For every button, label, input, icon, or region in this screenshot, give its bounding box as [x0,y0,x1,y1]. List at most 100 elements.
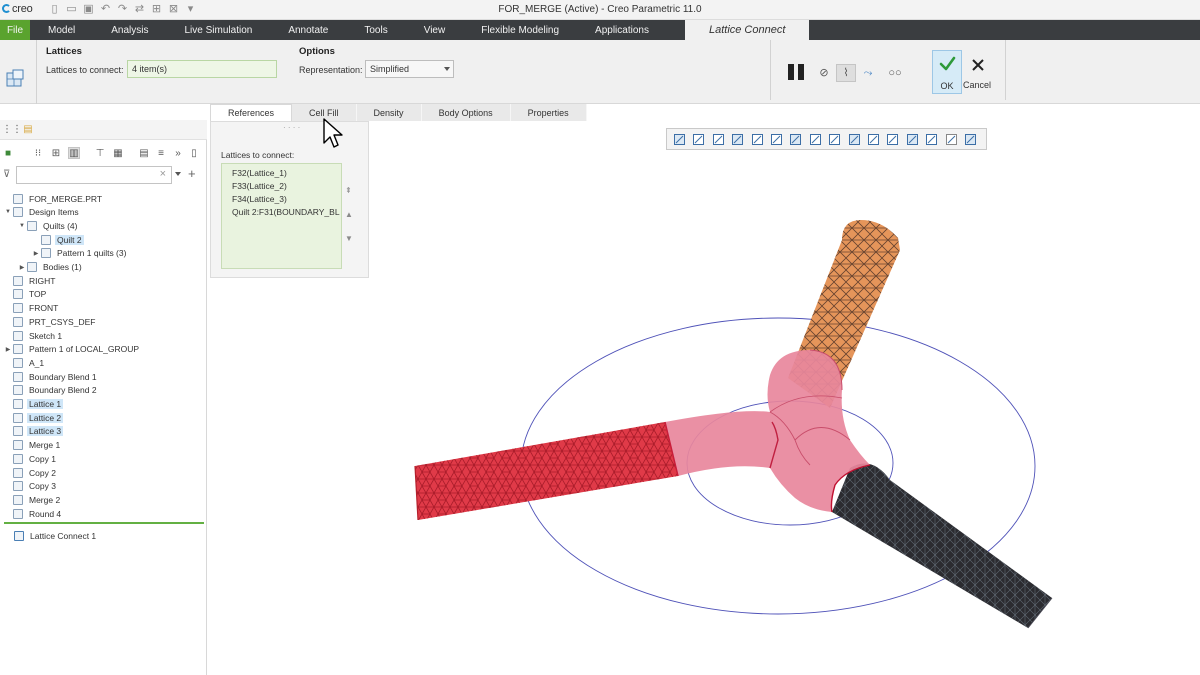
ribbon-tab-lattice-connect[interactable]: Lattice Connect [684,20,810,40]
tree-item[interactable]: Copy 1 [4,452,58,465]
tree-item[interactable]: Quilt 2 [32,233,84,246]
tree-item[interactable]: A_1 [4,356,46,369]
tree-filters-icon[interactable]: ⊤ [94,148,106,160]
tree-columns-icon[interactable]: ▤ [138,148,150,160]
insert-indicator[interactable] [4,522,204,524]
tree-item[interactable]: Copy 3 [4,480,58,493]
toolbar-options-icon[interactable] [964,133,977,146]
tree-item[interactable]: FOR_MERGE.PRT [4,192,104,205]
model-tree-icon[interactable]: ■ [2,148,14,160]
more-icon[interactable]: » [172,148,184,160]
clear-icon[interactable]: × [160,168,166,180]
undo-icon[interactable]: ↶ [99,3,112,16]
feature-preview-icon[interactable]: ⤳ [861,66,875,80]
expand-toggle-icon[interactable]: ▶ [18,264,26,271]
tree-item[interactable]: FRONT [4,302,60,315]
redo-icon[interactable]: ↷ [116,3,129,16]
zoom-out-icon[interactable] [712,133,725,146]
model-tree-tab-icon[interactable]: ⋮⋮ [2,124,22,136]
tree-item[interactable]: Lattice 1 [4,398,64,411]
select-icon[interactable] [886,133,899,146]
save-icon[interactable]: ▣ [82,3,95,16]
annotation-display-icon[interactable] [867,133,880,146]
section-icon[interactable] [828,133,841,146]
graphics-window[interactable] [210,150,1200,675]
tree-item[interactable]: Round 4 [4,507,63,520]
tree-item[interactable]: Boundary Blend 1 [4,370,99,383]
repaint-icon[interactable] [731,133,744,146]
tree-item[interactable]: RIGHT [4,274,57,287]
panel-grip[interactable]: · · · · [283,123,300,132]
subtab-references[interactable]: References [210,104,293,121]
ribbon-tab-flexible-modeling[interactable]: Flexible Modeling [463,20,577,40]
tree-item[interactable]: Copy 2 [4,466,58,479]
folder-browser-tab-icon[interactable]: ▤ [22,124,34,136]
tree-item[interactable]: ▶ Pattern 1 of LOCAL_GROUP [4,343,141,356]
new-icon[interactable]: ▯ [48,3,61,16]
notes-icon[interactable]: ▯ [188,148,200,160]
columns-icon[interactable]: ▥ [68,147,80,159]
glasses-preview-icon[interactable]: ○○ [884,66,906,80]
tree-item[interactable]: ▼ Quilts (4) [18,219,79,232]
tree-item[interactable]: Sketch 1 [4,329,64,342]
search-options-chevron-icon[interactable] [175,172,181,176]
subtab-properties[interactable]: Properties [510,104,587,121]
close-window-icon[interactable]: ⊠ [167,3,180,16]
filter-icon[interactable]: ⊽ [3,169,10,180]
ribbon-tab-tools[interactable]: Tools [346,20,405,40]
saved-orientations-icon[interactable] [770,133,783,146]
expand-toggle-icon[interactable]: ▶ [4,346,12,353]
tree-item[interactable]: ▶ Pattern 1 quilts (3) [32,247,128,260]
lattices-to-connect-collector[interactable]: 4 item(s) [127,60,277,78]
layers-icon[interactable]: ≡ [155,148,167,160]
cancel-button[interactable]: Cancel [963,80,991,90]
ribbon-tab-annotate[interactable]: Annotate [270,20,346,40]
measure-icon[interactable] [925,133,938,146]
open-icon[interactable]: ▭ [65,3,78,16]
expand-all-icon[interactable]: ⁝⁝ [32,148,44,160]
tree-item[interactable]: Merge 1 [4,439,62,452]
ribbon-tab-analysis[interactable]: Analysis [93,20,166,40]
expand-toggle-icon[interactable]: ▼ [4,209,12,215]
tree-item[interactable]: ▼ Design Items [4,206,81,219]
refit-icon[interactable] [673,133,686,146]
grid-icon[interactable]: ⊞ [50,148,62,160]
lattice-arm-1[interactable] [414,422,678,521]
tree-item[interactable]: Merge 2 [4,493,62,506]
tree-item[interactable]: Boundary Blend 2 [4,384,99,397]
representation-select[interactable]: Simplified [365,60,454,78]
lattice-arm-3[interactable] [832,463,1053,629]
ok-button[interactable]: OK [932,50,962,94]
zoom-in-icon[interactable] [692,133,705,146]
pause-view-icon[interactable] [945,133,958,146]
tree-search-input[interactable]: × [16,166,172,184]
regenerate-icon[interactable]: ⇄ [133,3,146,16]
ribbon-tab-model[interactable]: Model [30,20,93,40]
datum-display-icon[interactable] [848,133,861,146]
lattice-display-icon[interactable] [906,133,919,146]
tree-item[interactable]: Lattice 3 [4,425,64,438]
tree-item-lattice-connect[interactable]: Lattice Connect 1 [14,529,98,542]
ribbon-tab-applications[interactable]: Applications [577,20,667,40]
verify-preview-icon[interactable]: ⌇ [836,64,856,82]
no-preview-icon[interactable]: ⊘ [818,66,830,80]
tree-settings-icon[interactable]: ▦ [112,148,124,160]
pause-button[interactable] [788,64,806,80]
file-menu[interactable]: File [0,20,30,40]
expand-toggle-icon[interactable]: ▶ [32,250,40,257]
cancel-x-icon[interactable] [972,59,984,71]
spin-center-icon[interactable] [751,133,764,146]
customize-qat-icon[interactable]: ▾ [184,3,197,16]
lattice-model-view[interactable] [210,150,1200,675]
tree-item[interactable]: Lattice 2 [4,411,64,424]
tree-item[interactable]: PRT_CSYS_DEF [4,315,97,328]
display-style-icon[interactable] [789,133,802,146]
windows-icon[interactable]: ⊞ [150,3,163,16]
ribbon-tab-live-simulation[interactable]: Live Simulation [167,20,271,40]
expand-toggle-icon[interactable]: ▼ [18,223,26,229]
view-manager-icon[interactable] [809,133,822,146]
subtab-body-options[interactable]: Body Options [421,104,511,121]
subtab-density[interactable]: Density [356,104,422,121]
tree-item[interactable]: ▶ Bodies (1) [18,261,84,274]
tree-item[interactable]: TOP [4,288,48,301]
